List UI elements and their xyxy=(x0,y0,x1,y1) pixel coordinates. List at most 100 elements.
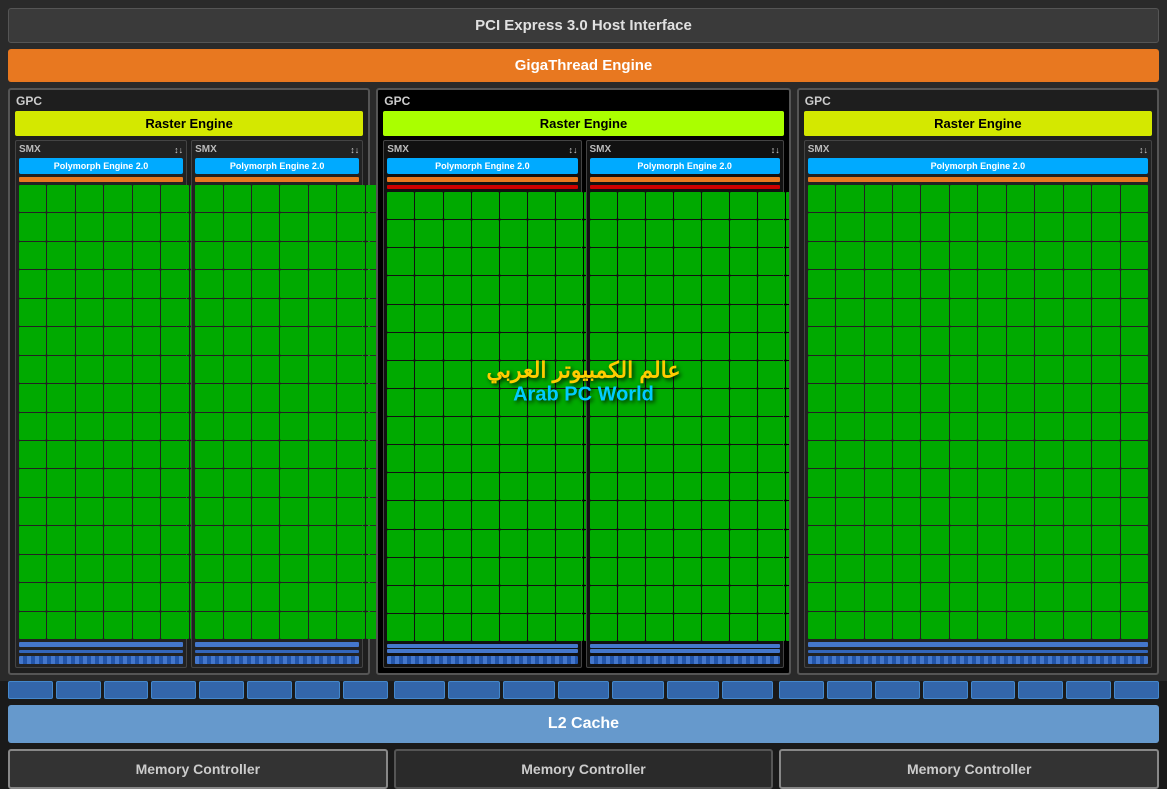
cuda-cell xyxy=(500,586,527,613)
cuda-cell xyxy=(387,276,414,303)
striped-c2 xyxy=(590,656,780,664)
cuda-cell xyxy=(786,614,790,641)
cuda-cell xyxy=(1007,384,1034,411)
cuda-cell xyxy=(590,248,617,275)
cuda-cell xyxy=(500,614,527,641)
cuda-cell xyxy=(590,389,617,416)
cuda-cell xyxy=(252,356,279,383)
cuda-cell xyxy=(224,327,251,354)
cuda-cell xyxy=(472,333,499,360)
cuda-cell xyxy=(387,248,414,275)
cuda-cell xyxy=(19,583,46,610)
cuda-cell xyxy=(252,526,279,553)
cuda-cell xyxy=(865,526,892,553)
cuda-cell xyxy=(161,242,188,269)
pci-label: PCI Express 3.0 Host Interface xyxy=(475,17,692,34)
cuda-cell xyxy=(1121,384,1148,411)
cuda-cell xyxy=(528,305,555,332)
cuda-cell xyxy=(472,389,499,416)
cuda-cell xyxy=(76,413,103,440)
cuda-cell xyxy=(195,441,222,468)
cuda-cell xyxy=(76,299,103,326)
cuda-cell xyxy=(786,473,790,500)
cuda-cell xyxy=(730,248,757,275)
cuda-cell xyxy=(893,299,920,326)
cuda-cell xyxy=(646,417,673,444)
cuda-cell xyxy=(646,192,673,219)
cuda-cell xyxy=(730,192,757,219)
cuda-cell xyxy=(161,384,188,411)
cuda-cell xyxy=(161,213,188,240)
cuda-cell xyxy=(865,555,892,582)
connector-center-1 xyxy=(394,681,446,699)
cuda-cell xyxy=(702,530,729,557)
cuda-cell xyxy=(808,498,835,525)
cuda-cell xyxy=(19,469,46,496)
cuda-cell xyxy=(500,305,527,332)
cuda-cell xyxy=(195,413,222,440)
cuda-cell xyxy=(950,555,977,582)
cuda-cell xyxy=(104,185,131,212)
cuda-cell xyxy=(1121,469,1148,496)
cuda-cell xyxy=(1007,270,1034,297)
cuda-cell xyxy=(556,417,583,444)
gpc-right-label: GPC xyxy=(805,94,831,108)
cuda-cell xyxy=(195,469,222,496)
connector-center-6 xyxy=(667,681,719,699)
cuda-cell xyxy=(730,501,757,528)
connector-group-right xyxy=(779,681,1159,699)
cuda-cell xyxy=(224,185,251,212)
cuda-cell xyxy=(1064,526,1091,553)
cuda-cell xyxy=(280,555,307,582)
cuda-cell xyxy=(104,612,131,639)
cuda-cell xyxy=(161,526,188,553)
cuda-cell xyxy=(893,185,920,212)
cuda-cell xyxy=(1007,356,1034,383)
cuda-cell xyxy=(161,583,188,610)
cuda-cell xyxy=(1007,469,1034,496)
cuda-cell xyxy=(415,614,442,641)
smx-label-l2: SMX xyxy=(195,144,217,155)
cuda-cell xyxy=(921,526,948,553)
cuda-cell xyxy=(921,612,948,639)
cuda-cell xyxy=(786,248,790,275)
cuda-cell xyxy=(309,612,336,639)
smx-row-center: SMX ↕↓ Polymorph Engine 2.0 xyxy=(383,140,783,668)
cuda-cell xyxy=(133,384,160,411)
cuda-cell xyxy=(893,384,920,411)
cuda-cell xyxy=(309,270,336,297)
cuda-cell xyxy=(47,413,74,440)
cuda-cell xyxy=(1035,555,1062,582)
cuda-cell xyxy=(758,389,785,416)
cuda-cell xyxy=(836,555,863,582)
cuda-cell xyxy=(309,242,336,269)
cuda-cell xyxy=(786,445,790,472)
cuda-cell xyxy=(104,384,131,411)
cuda-cell xyxy=(309,185,336,212)
cuda-cell xyxy=(1064,469,1091,496)
cuda-cell xyxy=(730,333,757,360)
cuda-cell xyxy=(950,612,977,639)
cuda-cell xyxy=(472,530,499,557)
cuda-grid-c1 xyxy=(387,192,577,641)
cuda-cell xyxy=(1007,498,1034,525)
cuda-cell xyxy=(1092,242,1119,269)
cuda-cell xyxy=(280,213,307,240)
cuda-cell xyxy=(415,586,442,613)
pci-bar: PCI Express 3.0 Host Interface xyxy=(8,8,1159,43)
cuda-cell xyxy=(500,473,527,500)
cuda-cell xyxy=(1064,356,1091,383)
cuda-cell xyxy=(836,612,863,639)
cuda-cell xyxy=(786,333,790,360)
cuda-cell xyxy=(730,530,757,557)
cuda-cell xyxy=(758,586,785,613)
cuda-cell xyxy=(280,583,307,610)
cuda-grid-l1: // Will generate cells via JS below xyxy=(19,185,183,639)
cuda-cell xyxy=(104,469,131,496)
cuda-cell xyxy=(674,220,701,247)
cuda-cell xyxy=(1035,441,1062,468)
cuda-cell xyxy=(76,384,103,411)
cuda-cell xyxy=(950,498,977,525)
cuda-cell xyxy=(280,327,307,354)
cuda-cell xyxy=(921,299,948,326)
